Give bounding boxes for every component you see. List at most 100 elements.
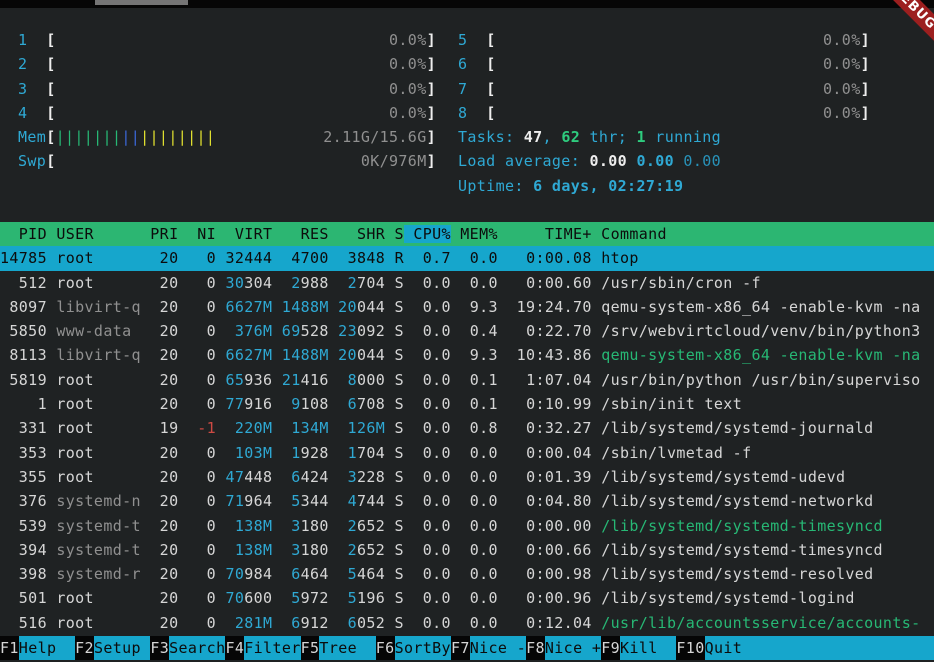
column-header-s[interactable]: S: [385, 225, 404, 243]
time-cell: 0:00.04: [498, 444, 592, 462]
mem-value: 448: [244, 468, 272, 486]
mem-value: 052: [357, 614, 385, 632]
column-header-time[interactable]: TIME+: [498, 225, 592, 243]
mem-value-prefix: 20: [329, 346, 357, 364]
mem-value-prefix: 70: [216, 565, 244, 583]
pri-cell: 20: [141, 492, 179, 510]
memory-meter-value: 2.11G/15.6G: [323, 125, 426, 149]
fkey-f8-nice[interactable]: F8Nice +: [526, 636, 601, 660]
fkey-f7-nice[interactable]: F7Nice -: [451, 636, 526, 660]
mem-value: 652: [357, 517, 385, 535]
fkey-f10-quit[interactable]: F10Quit: [676, 636, 761, 660]
close-bracket: ]: [427, 149, 436, 173]
mem-value-prefix: 2: [329, 541, 357, 559]
fkey-f4-filter[interactable]: F4Filter: [225, 636, 300, 660]
mem-value: 281M: [216, 614, 272, 632]
column-header-cpu[interactable]: CPU%: [404, 225, 451, 243]
process-row-516[interactable]: 516 root 20 0 281M 6912 6052 S 0.0 0.0 0…: [0, 611, 934, 635]
fkey-number: F8: [526, 636, 545, 660]
fkey-label: Kill: [620, 636, 676, 660]
mem-value-prefix: 4: [272, 249, 300, 267]
state-cell: S: [385, 346, 404, 364]
mem-value: 928: [301, 444, 329, 462]
process-row-376[interactable]: 376 systemd-n 20 0 71964 5344 4744 S 0.0…: [0, 489, 934, 513]
column-header-pid[interactable]: PID: [0, 225, 47, 243]
process-row-8113[interactable]: 8113 libvirt-q 20 0 6627M 1488M 20044 S …: [0, 343, 934, 367]
fkey-f1-help[interactable]: F1Help: [0, 636, 75, 660]
process-row-353[interactable]: 353 root 20 0 103M 1928 1704 S 0.0 0.0 0…: [0, 441, 934, 465]
process-row-1[interactable]: 1 root 20 0 77916 9108 6708 S 0.0 0.1 0:…: [0, 392, 934, 416]
pri-cell: 20: [141, 346, 179, 364]
cpu-meter-value: 0.0%: [389, 52, 427, 76]
mem-value: 6627M: [216, 346, 272, 364]
process-row-394[interactable]: 394 systemd-t 20 0 138M 3180 2652 S 0.0 …: [0, 538, 934, 562]
process-row-5819[interactable]: 5819 root 20 0 65936 21416 8000 S 0.0 0.…: [0, 368, 934, 392]
column-header-command[interactable]: Command: [592, 225, 667, 243]
load-15min: 0.00: [683, 152, 721, 170]
open-bracket: [: [46, 125, 55, 149]
pid-cell: 398: [0, 565, 47, 583]
cpu-cell: 0.0: [404, 322, 451, 340]
cpu-cell: 0.0: [404, 419, 451, 437]
mem-pct-cell: 0.0: [451, 249, 498, 267]
close-bracket: ]: [427, 77, 436, 101]
command-cell: /srv/webvirtcloud/venv/bin/python3: [592, 322, 921, 340]
pid-cell: 512: [0, 274, 47, 292]
cpu-meter-2: 2 [0.0%]: [18, 52, 436, 76]
column-header-pri[interactable]: PRI: [141, 225, 179, 243]
command-cell: /lib/systemd/systemd-udevd: [592, 468, 846, 486]
command-cell: qemu-system-x86_64 -enable-kvm -na: [592, 298, 921, 316]
mem-pct-cell: 9.3: [451, 346, 498, 364]
cpu-meter-id: 4: [18, 101, 46, 125]
mem-pct-cell: 0.0: [451, 589, 498, 607]
tasks-count: 47: [524, 128, 543, 146]
column-header-mem[interactable]: MEM%: [451, 225, 498, 243]
fkey-f9-kill[interactable]: F9Kill: [601, 636, 676, 660]
fkey-f3-search[interactable]: F3Search: [150, 636, 225, 660]
user-cell: root: [47, 395, 141, 413]
process-row-512[interactable]: 512 root 20 0 30304 2988 2704 S 0.0 0.0 …: [0, 271, 934, 295]
process-row-14785[interactable]: 14785 root 20 0 32444 4700 3848 R 0.7 0.…: [0, 246, 934, 270]
pid-cell: 353: [0, 444, 47, 462]
process-row-501[interactable]: 501 root 20 0 70600 5972 5196 S 0.0 0.0 …: [0, 586, 934, 610]
mem-value: 108: [301, 395, 329, 413]
top-window-strip: [0, 0, 934, 8]
close-bracket: ]: [861, 52, 870, 76]
mem-value-prefix: 5: [329, 565, 357, 583]
time-cell: 10:43.86: [498, 346, 592, 364]
column-header-res[interactable]: RES: [272, 225, 328, 243]
fkey-f5-tree[interactable]: F5Tree: [301, 636, 376, 660]
fkey-number: F2: [75, 636, 94, 660]
process-row-355[interactable]: 355 root 20 0 47448 6424 3228 S 0.0 0.0 …: [0, 465, 934, 489]
time-cell: 0:01.39: [498, 468, 592, 486]
column-header-user[interactable]: USER: [47, 225, 141, 243]
time-cell: 1:07.04: [498, 371, 592, 389]
process-row-398[interactable]: 398 systemd-r 20 0 70984 6464 5464 S 0.0…: [0, 562, 934, 586]
cpu-meter-value: 0.0%: [389, 28, 427, 52]
mem-pct-cell: 0.0: [451, 541, 498, 559]
mem-value-prefix: 8: [329, 371, 357, 389]
time-cell: 0:00.08: [498, 249, 592, 267]
mem-pct-cell: 9.3: [451, 298, 498, 316]
mem-value: 180: [301, 541, 329, 559]
cpu-cell: 0.0: [404, 541, 451, 559]
fkey-f6-sortby[interactable]: F6SortBy: [376, 636, 451, 660]
open-bracket: [: [486, 77, 495, 101]
column-header-shr[interactable]: SHR: [329, 225, 385, 243]
uptime-label: Uptime:: [458, 177, 533, 195]
state-cell: R: [385, 249, 404, 267]
column-header-virt[interactable]: VIRT: [216, 225, 272, 243]
open-bracket: [: [46, 149, 55, 173]
process-row-539[interactable]: 539 systemd-t 20 0 138M 3180 2652 S 0.0 …: [0, 514, 934, 538]
mem-value-prefix: 21: [272, 371, 300, 389]
process-row-8097[interactable]: 8097 libvirt-q 20 0 6627M 1488M 20044 S …: [0, 295, 934, 319]
process-row-331[interactable]: 331 root 19 -1 220M 134M 126M S 0.0 0.8 …: [0, 416, 934, 440]
process-row-5850[interactable]: 5850 www-data 20 0 376M 69528 23092 S 0.…: [0, 319, 934, 343]
htop-terminal-screen: DEBUG 1 [0.0%]2 [0.0%]3 [0.0%]4 [0.0%] M…: [0, 0, 934, 662]
fkey-number: F9: [601, 636, 620, 660]
column-header-ni[interactable]: NI: [178, 225, 216, 243]
fkey-f2-setup[interactable]: F2Setup: [75, 636, 150, 660]
mem-value-prefix: 47: [216, 468, 244, 486]
tasks-line: Tasks: 47, 62 thr; 1 running: [458, 125, 870, 149]
user-cell: systemd-r: [47, 565, 141, 583]
